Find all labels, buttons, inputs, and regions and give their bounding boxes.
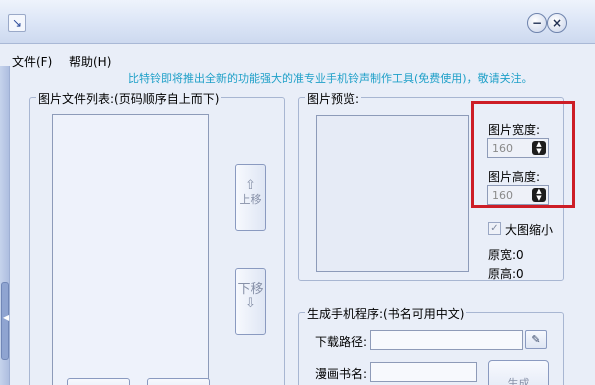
title-bar: ↘ − × [0, 0, 595, 44]
minimize-button[interactable]: − [527, 13, 547, 33]
collapse-handle[interactable]: ◀ [1, 282, 9, 360]
move-up-button[interactable]: ⇧ 上移 [235, 164, 266, 231]
system-menu-icon[interactable]: ↘ [8, 14, 26, 32]
shrink-label: 大图缩小 [505, 223, 554, 237]
arrow-up-icon: ⇧ [245, 178, 256, 193]
highlight-box [471, 101, 575, 208]
original-width-text: 原宽:0 [488, 248, 524, 262]
book-name-input[interactable] [370, 362, 477, 382]
generate-title: 生成手机程序:(书名可用中文) [305, 305, 467, 322]
original-height-text: 原高:0 [488, 267, 524, 281]
move-up-label: 上移 [239, 193, 262, 206]
chevron-left-icon: ◀ [3, 313, 10, 322]
image-file-list[interactable] [52, 114, 209, 385]
arrow-down-icon: ⇩ [245, 296, 256, 311]
book-name-label: 漫画书名: [315, 367, 368, 381]
move-down-label: 下移 [237, 282, 264, 297]
download-path-label: 下载路径: [315, 335, 368, 349]
add-image-button[interactable] [67, 378, 130, 385]
shrink-checkbox[interactable]: ✓ [488, 222, 501, 235]
menu-help[interactable]: 帮助(H) [69, 53, 111, 70]
generate-button[interactable]: 生成 [488, 360, 549, 385]
folder-pen-icon: ✎ [531, 333, 541, 346]
image-list-title: 图片文件列表:(页码顺序自上而下) [36, 90, 222, 107]
download-path-input[interactable] [370, 330, 523, 350]
menu-file[interactable]: 文件(F) [12, 53, 52, 70]
tagline-text: 比特铃即将推出全新的功能强大的准专业手机铃声制作工具(免费使用)，敬请关注。 [128, 72, 533, 85]
close-button[interactable]: × [547, 13, 567, 33]
browse-folder-button[interactable]: ✎ [525, 330, 547, 349]
image-preview-area [316, 115, 469, 272]
remove-image-button[interactable] [147, 378, 210, 385]
left-side-panel: ◀ [0, 66, 10, 385]
menu-bar: 文件(F) 帮助(H) [0, 48, 595, 70]
move-down-button[interactable]: 下移 ⇩ [235, 268, 266, 335]
image-preview-title: 图片预览: [305, 90, 362, 107]
